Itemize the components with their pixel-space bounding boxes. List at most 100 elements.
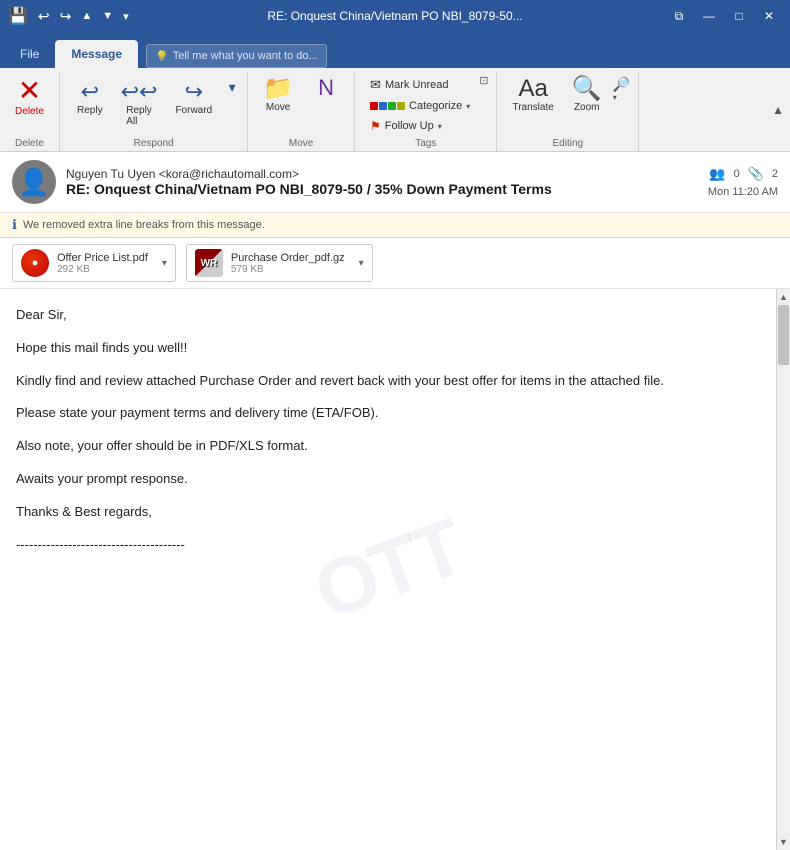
translate-icon: Aа: [518, 77, 547, 101]
delete-buttons: ✕ Delete: [8, 74, 51, 136]
respond-buttons: ↩ Reply ↩↩ ReplyAll ↪ Forward ▾: [68, 74, 239, 136]
followup-dropdown-icon: ▾: [438, 122, 442, 131]
close-button[interactable]: ✕: [756, 6, 782, 26]
delete-icon: ✕: [18, 77, 41, 105]
body-line6: Awaits your prompt response.: [16, 469, 760, 490]
scroll-thumb[interactable]: [778, 305, 789, 365]
categorize-label: Categorize: [409, 100, 462, 112]
delete-button[interactable]: ✕ Delete: [8, 74, 51, 120]
forward-button[interactable]: ↪ Forward: [166, 74, 221, 121]
avatar-icon: 👤: [18, 167, 50, 198]
followup-button[interactable]: ⚑ Follow Up ▾: [363, 116, 477, 136]
ribbon-group-editing: Aа Translate 🔍 Zoom 🔎 ▾ Editing: [497, 72, 639, 151]
move-button[interactable]: 📁 Move: [256, 74, 300, 116]
onenote-icon: N: [318, 77, 334, 99]
restore-window-icon[interactable]: ⧉: [666, 6, 692, 26]
tab-message[interactable]: Message: [55, 40, 138, 68]
tab-file[interactable]: File: [4, 40, 55, 68]
attachment-gz-dropdown[interactable]: ▾: [359, 258, 364, 269]
followup-label: Follow Up: [385, 120, 434, 132]
save-icon[interactable]: 💾: [8, 6, 28, 26]
info-icon: ℹ: [12, 217, 17, 233]
zoom-button[interactable]: 🔍 Zoom: [565, 74, 609, 116]
people-icon: 👥: [709, 166, 725, 182]
redo-icon[interactable]: ↪: [60, 8, 72, 25]
reply-all-button[interactable]: ↩↩ ReplyAll: [116, 74, 163, 132]
scroll-down-button[interactable]: ▼: [777, 834, 790, 850]
tell-me-text: Tell me what you want to do...: [173, 50, 318, 62]
scroll-up-button[interactable]: ▲: [777, 289, 790, 305]
categorize-dropdown-icon: ▾: [466, 102, 470, 111]
email-meta: Nguyen Tu Uyen <kora@richautomall.com> R…: [66, 167, 698, 197]
nav-down-icon[interactable]: ▼: [102, 10, 113, 22]
email-date: Mon 11:20 AM: [708, 186, 778, 198]
reply-button[interactable]: ↩ Reply: [68, 74, 112, 121]
gz-icon: WR: [195, 249, 223, 277]
email-body: OTT Dear Sir, Hope this mail finds you w…: [0, 289, 776, 850]
editing-more-icon[interactable]: ▾: [613, 93, 630, 102]
email-body-wrapper: OTT Dear Sir, Hope this mail finds you w…: [0, 289, 790, 850]
respond-more-icon: ▾: [229, 79, 236, 96]
people-count: 0: [734, 168, 740, 180]
body-line5: Also note, your offer should be in PDF/X…: [16, 436, 760, 457]
minimize-button[interactable]: —: [696, 6, 722, 26]
attachment-gz-name: Purchase Order_pdf.gz: [231, 252, 345, 264]
forward-label: Forward: [175, 105, 212, 116]
translate-button[interactable]: Aа Translate: [505, 74, 560, 116]
reply-all-icon: ↩↩: [121, 79, 158, 105]
zoom-icon: 🔍: [572, 77, 602, 101]
flag-icon: ⚑: [370, 119, 381, 133]
ribbon-collapse-button[interactable]: ▲: [772, 101, 784, 119]
title-bar-left: 💾 ↩ ↪ ▲ ▼ ▾: [8, 6, 129, 26]
move-icon: 📁: [263, 77, 293, 101]
categorize-button[interactable]: Categorize ▾: [363, 97, 477, 115]
editing-buttons: Aа Translate 🔍 Zoom 🔎 ▾: [505, 74, 630, 136]
zoom-label: Zoom: [574, 102, 600, 113]
ribbon: ✕ Delete Delete ↩ Reply ↩↩ ReplyAll ↪ Fo…: [0, 68, 790, 152]
body-line2: Hope this mail finds you well!!: [16, 338, 760, 359]
email-header: 👤 Nguyen Tu Uyen <kora@richautomall.com>…: [0, 152, 790, 213]
nav-up-icon[interactable]: ▲: [81, 10, 92, 22]
scroll-track[interactable]: [777, 305, 790, 834]
email-icons: 👥 0 📎 2: [709, 166, 778, 182]
move-label: Move: [266, 102, 290, 113]
attachment-pdf-name: Offer Price List.pdf: [57, 252, 148, 264]
tell-me-search[interactable]: 💡 Tell me what you want to do...: [146, 44, 327, 68]
attachment-pdf[interactable]: ● Offer Price List.pdf 292 KB ▾: [12, 244, 176, 282]
tags-expand-icon[interactable]: ⊡: [479, 74, 488, 87]
undo-icon[interactable]: ↩: [38, 8, 50, 25]
reply-icon: ↩: [81, 79, 99, 105]
delete-group-label: Delete: [15, 138, 44, 151]
move-group-label: Move: [289, 138, 313, 151]
attachment-gz[interactable]: WR Purchase Order_pdf.gz 579 KB ▾: [186, 244, 373, 282]
window-controls: ⧉ — □ ✕: [666, 6, 782, 26]
maximize-button[interactable]: □: [726, 6, 752, 26]
attachments-bar: ● Offer Price List.pdf 292 KB ▾ WR Purch…: [0, 238, 790, 289]
tags-group-label: Tags: [415, 138, 436, 151]
ribbon-group-tags: ✉ Mark Unread Categorize ▾: [355, 72, 497, 151]
tab-bar: File Message 💡 Tell me what you want to …: [0, 32, 790, 68]
title-bar: 💾 ↩ ↪ ▲ ▼ ▾ RE: Onquest China/Vietnam PO…: [0, 0, 790, 32]
editing-group-label: Editing: [553, 138, 584, 151]
body-line7: Thanks & Best regards,: [16, 502, 760, 523]
attachment-pdf-dropdown[interactable]: ▾: [162, 258, 167, 269]
reply-label: Reply: [77, 105, 103, 116]
envelope-icon: ✉: [370, 77, 381, 93]
scrollbar[interactable]: ▲ ▼: [776, 289, 790, 850]
delete-label: Delete: [15, 106, 44, 117]
categorize-icon: [370, 102, 405, 110]
paperclip-icon: 📎: [748, 166, 764, 182]
email-from: Nguyen Tu Uyen <kora@richautomall.com>: [66, 167, 698, 181]
tags-stack: ✉ Mark Unread Categorize ▾: [363, 74, 477, 136]
respond-group-label: Respond: [134, 138, 174, 151]
email-header-top: 👤 Nguyen Tu Uyen <kora@richautomall.com>…: [12, 160, 778, 204]
respond-more-button[interactable]: ▾: [225, 74, 239, 101]
move-buttons: 📁 Move N: [256, 74, 346, 136]
reply-all-label: ReplyAll: [126, 105, 152, 127]
mark-unread-button[interactable]: ✉ Mark Unread: [363, 74, 477, 96]
body-line1: Dear Sir,: [16, 305, 760, 326]
ribbon-group-delete: ✕ Delete Delete: [0, 72, 60, 151]
onenote-button[interactable]: N: [306, 74, 346, 103]
titlebar-dropdown[interactable]: ▾: [123, 10, 129, 23]
editing-search-icon[interactable]: 🔎: [613, 76, 630, 93]
